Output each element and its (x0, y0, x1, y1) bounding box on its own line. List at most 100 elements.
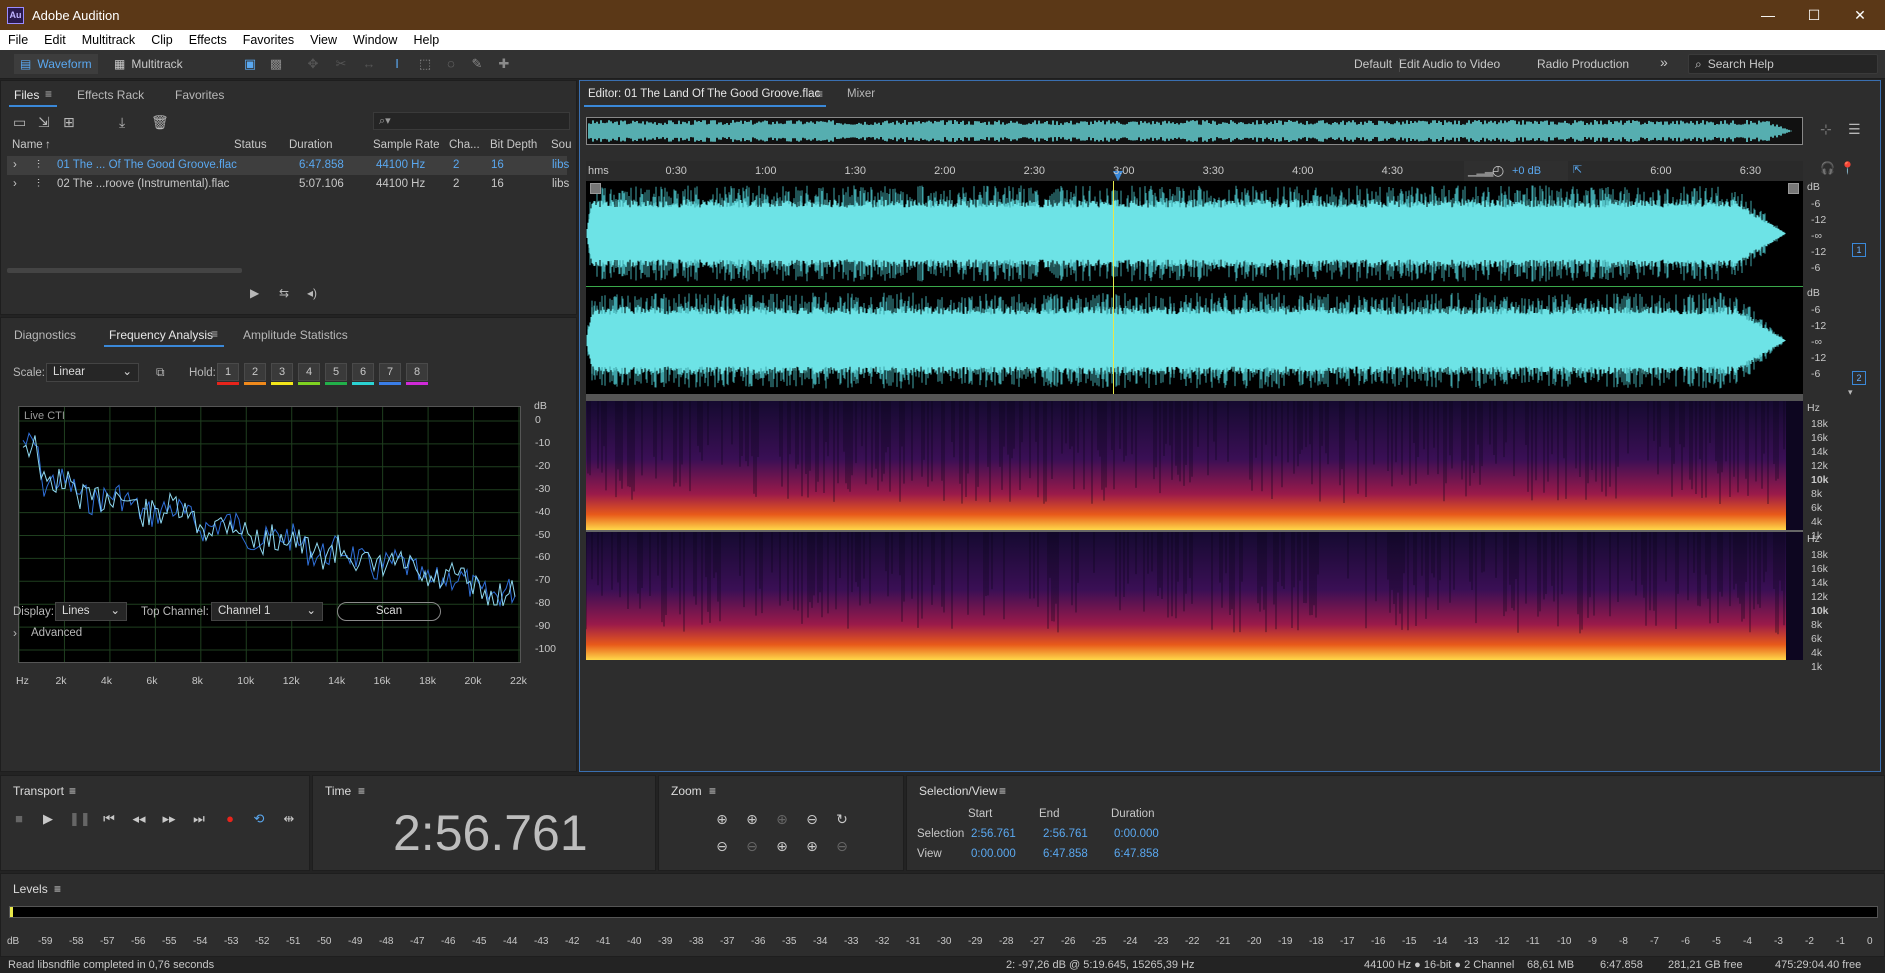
workspace-radio-production[interactable]: Radio Production (1537, 57, 1629, 71)
import-file-icon[interactable]: ⇲ (38, 114, 50, 131)
waveform-channel-1[interactable] (586, 181, 1803, 286)
fast-forward-icon[interactable]: ▸▸ (159, 809, 179, 829)
rewind-icon[interactable]: ◂◂ (129, 809, 149, 829)
overview-waveform[interactable] (586, 117, 1803, 145)
close-button[interactable]: ✕ (1837, 0, 1883, 30)
tab-effects-rack[interactable]: Effects Rack (77, 88, 144, 102)
waveform-view-icon[interactable]: ▣ (242, 56, 258, 72)
spectral-view-icon[interactable]: ▩ (268, 56, 284, 72)
minimize-button[interactable]: — (1745, 0, 1791, 30)
tab-frequency-analysis[interactable]: Frequency Analysis (109, 328, 213, 342)
selection-start[interactable]: 2:56.761 (971, 828, 1016, 840)
tab-diagnostics[interactable]: Diagnostics (14, 328, 76, 342)
zoom-out-both-icon[interactable]: ⊖ (831, 836, 853, 856)
tab-editor[interactable]: Editor: 01 The Land Of The Good Groove.f… (588, 88, 820, 100)
lasso-tool-icon[interactable]: ◌ (443, 56, 459, 72)
go-to-start-icon[interactable]: ⏮ (99, 809, 119, 829)
open-file-icon[interactable]: ▭ (13, 114, 26, 131)
hud-resize-icon[interactable] (590, 183, 601, 194)
hold-button-1[interactable]: 1 (217, 363, 239, 381)
time-ruler[interactable]: hms ▁▂▃ ◴ +0 dB ⇱ 0:30 1:00 1:30 2:00 2:30 3:… (586, 161, 1803, 181)
file-row[interactable]: › ⫶ 02 The ...roove (Instrumental).flac … (7, 175, 569, 194)
expand-chevron-icon[interactable]: › (13, 159, 17, 171)
zoom-playhead-icon[interactable]: ↻ (831, 809, 853, 829)
zoom-menu-icon[interactable]: ≡ (709, 784, 716, 798)
files-panel-menu-icon[interactable]: ≡ (45, 87, 52, 101)
scan-button[interactable]: Scan (337, 602, 441, 621)
zoom-out-full-icon[interactable]: ⊖ (801, 809, 823, 829)
skip-selection-icon[interactable]: ⇹ (279, 809, 299, 829)
splitter-arrow-icon[interactable]: ▾ (1848, 387, 1853, 398)
editor-panel-menu-icon[interactable]: ≡ (816, 87, 823, 101)
workspace-overflow-button[interactable]: » (1660, 54, 1668, 70)
col-name[interactable]: Name (12, 139, 43, 151)
tab-files[interactable]: Files (14, 88, 39, 102)
menu-file[interactable]: File (0, 33, 36, 47)
frequency-plot[interactable]: Live CTI (18, 406, 521, 663)
menu-effects[interactable]: Effects (181, 33, 235, 47)
display-dropdown[interactable]: Lines ⌄ (55, 602, 127, 621)
tab-mixer[interactable]: Mixer (847, 88, 875, 100)
files-search-input[interactable]: ⌕▾ (373, 112, 570, 130)
move-tool-icon[interactable]: ✥ (305, 56, 321, 72)
editor-list-icon[interactable]: ☰ (1848, 121, 1861, 138)
workspace-edit-audio-to-video[interactable]: Edit Audio to Video (1399, 57, 1500, 71)
slip-tool-icon[interactable]: ↔ (361, 56, 377, 72)
stop-icon[interactable]: ■ (9, 809, 29, 829)
zoom-in-amplitude-icon[interactable]: ⊕ (711, 809, 733, 829)
col-sample-rate[interactable]: Sample Rate (373, 139, 439, 151)
zoom-out-amplitude-icon[interactable]: ⊕ (741, 809, 763, 829)
transport-menu-icon[interactable]: ≡ (69, 784, 76, 798)
workspace-default[interactable]: Default (1354, 57, 1392, 71)
time-selection-tool-icon[interactable]: I (389, 56, 405, 72)
zoom-out-icon[interactable]: ⊖ (711, 836, 733, 856)
col-channels[interactable]: Cha... (449, 139, 480, 151)
selection-view-menu-icon[interactable]: ≡ (999, 784, 1006, 798)
brush-tool-icon[interactable]: ✎ (469, 56, 485, 72)
spectral-channel-1[interactable] (586, 401, 1803, 530)
volume-knob-icon[interactable]: ◴ (1492, 162, 1504, 179)
time-menu-icon[interactable]: ≡ (358, 784, 365, 798)
selection-end[interactable]: 2:56.761 (1043, 828, 1088, 840)
delete-file-icon[interactable]: 🗑 (151, 114, 169, 131)
col-duration[interactable]: Duration (289, 139, 332, 151)
waveform-channel-2[interactable] (586, 287, 1803, 394)
hold-button-4[interactable]: 4 (298, 363, 320, 381)
menu-help[interactable]: Help (405, 33, 447, 47)
loop-playback-icon[interactable]: ⟲ (249, 809, 269, 829)
auto-play-icon[interactable]: ◂) (307, 286, 317, 300)
channel-1-badge[interactable]: 1 (1852, 243, 1866, 257)
menu-favorites[interactable]: Favorites (235, 33, 302, 47)
channel-2-badge[interactable]: 2 (1852, 371, 1866, 385)
spectral-channel-2[interactable] (585, 532, 1803, 660)
marker-pin-icon[interactable]: 📍 (1840, 161, 1855, 175)
play-icon[interactable]: ▶ (38, 809, 58, 829)
menu-view[interactable]: View (302, 33, 345, 47)
window-options-icon[interactable]: ⧉ (156, 365, 165, 380)
zoom-in-icon[interactable]: ⊕ (771, 809, 793, 829)
hud-resize-icon[interactable] (1788, 183, 1799, 194)
levels-menu-icon[interactable]: ≡ (54, 882, 61, 896)
file-row[interactable]: › ⫶ 01 The ... Of The Good Groove.flac 6… (7, 156, 569, 175)
menu-multitrack[interactable]: Multitrack (74, 33, 143, 47)
advanced-chevron-icon[interactable]: › (13, 626, 17, 640)
zoom-in-selection-icon[interactable]: ⊖ (741, 836, 763, 856)
record-icon[interactable]: ● (220, 809, 240, 829)
view-duration[interactable]: 6:47.858 (1114, 848, 1159, 860)
hold-button-6[interactable]: 6 (352, 363, 374, 381)
pause-icon[interactable]: ❚❚ (69, 809, 91, 829)
hold-button-7[interactable]: 7 (379, 363, 401, 381)
zoom-reset-icon[interactable]: ⊹ (1820, 121, 1832, 138)
volume-hud[interactable]: ▁▂▃ ◴ +0 dB (1464, 161, 1568, 181)
view-start[interactable]: 0:00.000 (971, 848, 1016, 860)
col-bit-depth[interactable]: Bit Depth (490, 139, 537, 151)
spot-healing-icon[interactable]: ✚ (496, 56, 512, 72)
razor-tool-icon[interactable]: ✂ (333, 56, 349, 72)
new-file-icon[interactable]: ⊞ (63, 114, 75, 131)
col-status[interactable]: Status (234, 139, 267, 151)
files-horizontal-scrollbar[interactable] (7, 268, 242, 273)
playhead-line[interactable] (1113, 181, 1115, 394)
tab-favorites[interactable]: Favorites (175, 88, 224, 102)
menu-window[interactable]: Window (345, 33, 405, 47)
play-preview-icon[interactable]: ▶ (250, 286, 259, 300)
